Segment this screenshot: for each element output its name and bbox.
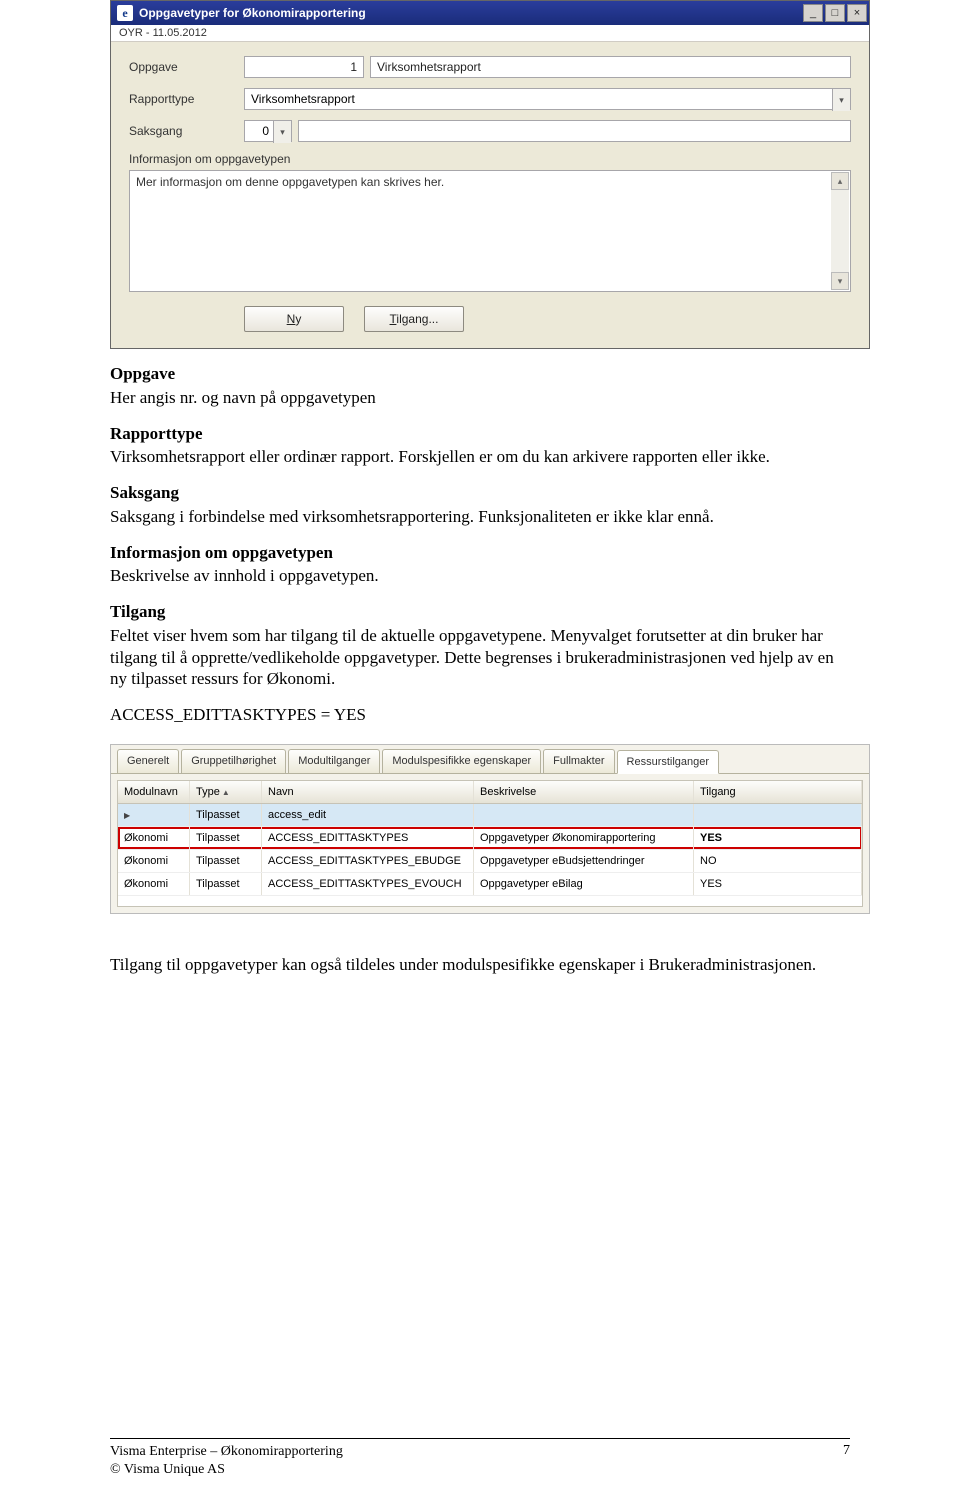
select-saksgang[interactable]: 0 ▾: [244, 120, 292, 142]
cell: Tilpasset: [190, 827, 262, 849]
dialog-oppgavetyper: e Oppgavetyper for Økonomirapportering _…: [110, 0, 870, 349]
cell: Tilpasset: [190, 873, 262, 895]
heading-info: Informasjon om oppgavetypen: [110, 542, 850, 564]
input-saksgang-text[interactable]: [298, 120, 851, 142]
para-saksgang: Saksgang i forbindelse med virksomhetsra…: [110, 506, 850, 528]
heading-rapporttype: Rapporttype: [110, 423, 850, 445]
cell: Oppgavetyper eBilag: [474, 873, 694, 895]
chevron-down-icon: ▾: [273, 121, 291, 143]
window-title: Oppgavetyper for Økonomirapportering: [139, 6, 366, 20]
heading-oppgave: Oppgave: [110, 363, 850, 385]
cell: Tilpasset: [190, 804, 262, 826]
maximize-button[interactable]: □: [825, 4, 845, 22]
para-oppgave: Her angis nr. og navn på oppgavetypen: [110, 387, 850, 409]
chevron-down-icon: ▾: [832, 89, 850, 111]
select-rapporttype[interactable]: Virksomhetsrapport ▾: [244, 88, 851, 110]
col-type[interactable]: Type▲: [190, 781, 262, 803]
cell: Oppgavetyper Økonomirapportering: [474, 827, 694, 849]
input-oppgave-name[interactable]: Virksomhetsrapport: [370, 56, 851, 78]
footer-line2: © Visma Unique AS: [110, 1461, 343, 1479]
col-modulnavn[interactable]: Modulnavn: [118, 781, 190, 803]
scrollbar[interactable]: ▴ ▾: [831, 172, 849, 290]
select-saksgang-value: 0: [245, 121, 273, 141]
cell: [118, 804, 190, 826]
scroll-up-icon[interactable]: ▴: [831, 172, 849, 190]
para-rapporttype: Virksomhetsrapport eller ordinær rapport…: [110, 446, 850, 468]
form-panel: Oppgave 1 Virksomhetsrapport Rapporttype…: [111, 42, 869, 348]
heading-saksgang: Saksgang: [110, 482, 850, 504]
cell: access_edit: [262, 804, 474, 826]
para-info: Beskrivelse av innhold i oppgavetypen.: [110, 565, 850, 587]
table-row[interactable]: Tilpassetaccess_edit: [118, 804, 862, 827]
access-code-line: ACCESS_EDITTASKTYPES = YES: [110, 704, 850, 726]
cell: Økonomi: [118, 873, 190, 895]
cell: ACCESS_EDITTASKTYPES_EBUDGE: [262, 850, 474, 872]
cell: Oppgavetyper eBudsjettendringer: [474, 850, 694, 872]
app-icon: e: [117, 5, 133, 21]
col-navn[interactable]: Navn: [262, 781, 474, 803]
cell: YES: [694, 873, 862, 895]
tab-modultilganger[interactable]: Modultilganger: [288, 749, 380, 773]
label-saksgang: Saksgang: [129, 124, 244, 138]
cell: Økonomi: [118, 850, 190, 872]
cell: YES: [694, 827, 862, 849]
table-row[interactable]: ØkonomiTilpassetACCESS_EDITTASKTYPESOppg…: [118, 827, 862, 850]
tab-modulspesifikke[interactable]: Modulspesifikke egenskaper: [382, 749, 541, 773]
label-info: Informasjon om oppgavetypen: [129, 152, 851, 166]
page-number: 7: [843, 1443, 850, 1478]
input-oppgave-number[interactable]: 1: [244, 56, 364, 78]
document-body: Oppgave Her angis nr. og navn på oppgave…: [110, 363, 850, 976]
para-tilgang: Feltet viser hvem som har tilgang til de…: [110, 625, 850, 690]
tab-fullmakter[interactable]: Fullmakter: [543, 749, 614, 773]
col-tilgang[interactable]: Tilgang: [694, 781, 862, 803]
textarea-content: Mer informasjon om denne oppgavetypen ka…: [136, 175, 444, 189]
scroll-down-icon[interactable]: ▾: [831, 272, 849, 290]
select-rapporttype-value: Virksomhetsrapport: [245, 89, 832, 109]
cell: [694, 804, 862, 826]
close-button[interactable]: ×: [847, 4, 867, 22]
cell: Økonomi: [118, 827, 190, 849]
cell: NO: [694, 850, 862, 872]
grid-resources: Modulnavn Type▲ Navn Beskrivelse Tilgang…: [117, 780, 863, 907]
titlebar[interactable]: e Oppgavetyper for Økonomirapportering _…: [111, 1, 869, 25]
table-row[interactable]: ØkonomiTilpassetACCESS_EDITTASKTYPES_EVO…: [118, 873, 862, 896]
cell: ACCESS_EDITTASKTYPES_EVOUCH: [262, 873, 474, 895]
table-row[interactable]: ØkonomiTilpassetACCESS_EDITTASKTYPES_EBU…: [118, 850, 862, 873]
window-subheader: OYR - 11.05.2012: [111, 25, 869, 42]
para-final: Tilgang til oppgavetyper kan også tildel…: [110, 954, 850, 976]
tab-bar: Generelt Gruppetilhørighet Modultilgange…: [111, 745, 869, 774]
heading-tilgang: Tilgang: [110, 601, 850, 623]
label-oppgave: Oppgave: [129, 60, 244, 74]
sort-asc-icon: ▲: [222, 788, 230, 797]
tab-ressurstilganger[interactable]: Ressurstilganger: [617, 750, 720, 774]
col-beskrivelse[interactable]: Beskrivelse: [474, 781, 694, 803]
tab-gruppetilhorighet[interactable]: Gruppetilhørighet: [181, 749, 286, 773]
dialog-ressurstilganger: Generelt Gruppetilhørighet Modultilgange…: [110, 744, 870, 914]
cell: ACCESS_EDITTASKTYPES: [262, 827, 474, 849]
textarea-info[interactable]: Mer informasjon om denne oppgavetypen ka…: [129, 170, 851, 292]
page-footer: Visma Enterprise – Økonomirapportering ©…: [110, 1438, 850, 1478]
tilgang-button[interactable]: Tilgang...: [364, 306, 464, 332]
ny-button[interactable]: Ny: [244, 306, 344, 332]
cell: [474, 804, 694, 826]
minimize-button[interactable]: _: [803, 4, 823, 22]
footer-line1: Visma Enterprise – Økonomirapportering: [110, 1443, 343, 1461]
cell: Tilpasset: [190, 850, 262, 872]
label-rapporttype: Rapporttype: [129, 92, 244, 106]
grid-header: Modulnavn Type▲ Navn Beskrivelse Tilgang: [118, 781, 862, 804]
tab-generelt[interactable]: Generelt: [117, 749, 179, 773]
